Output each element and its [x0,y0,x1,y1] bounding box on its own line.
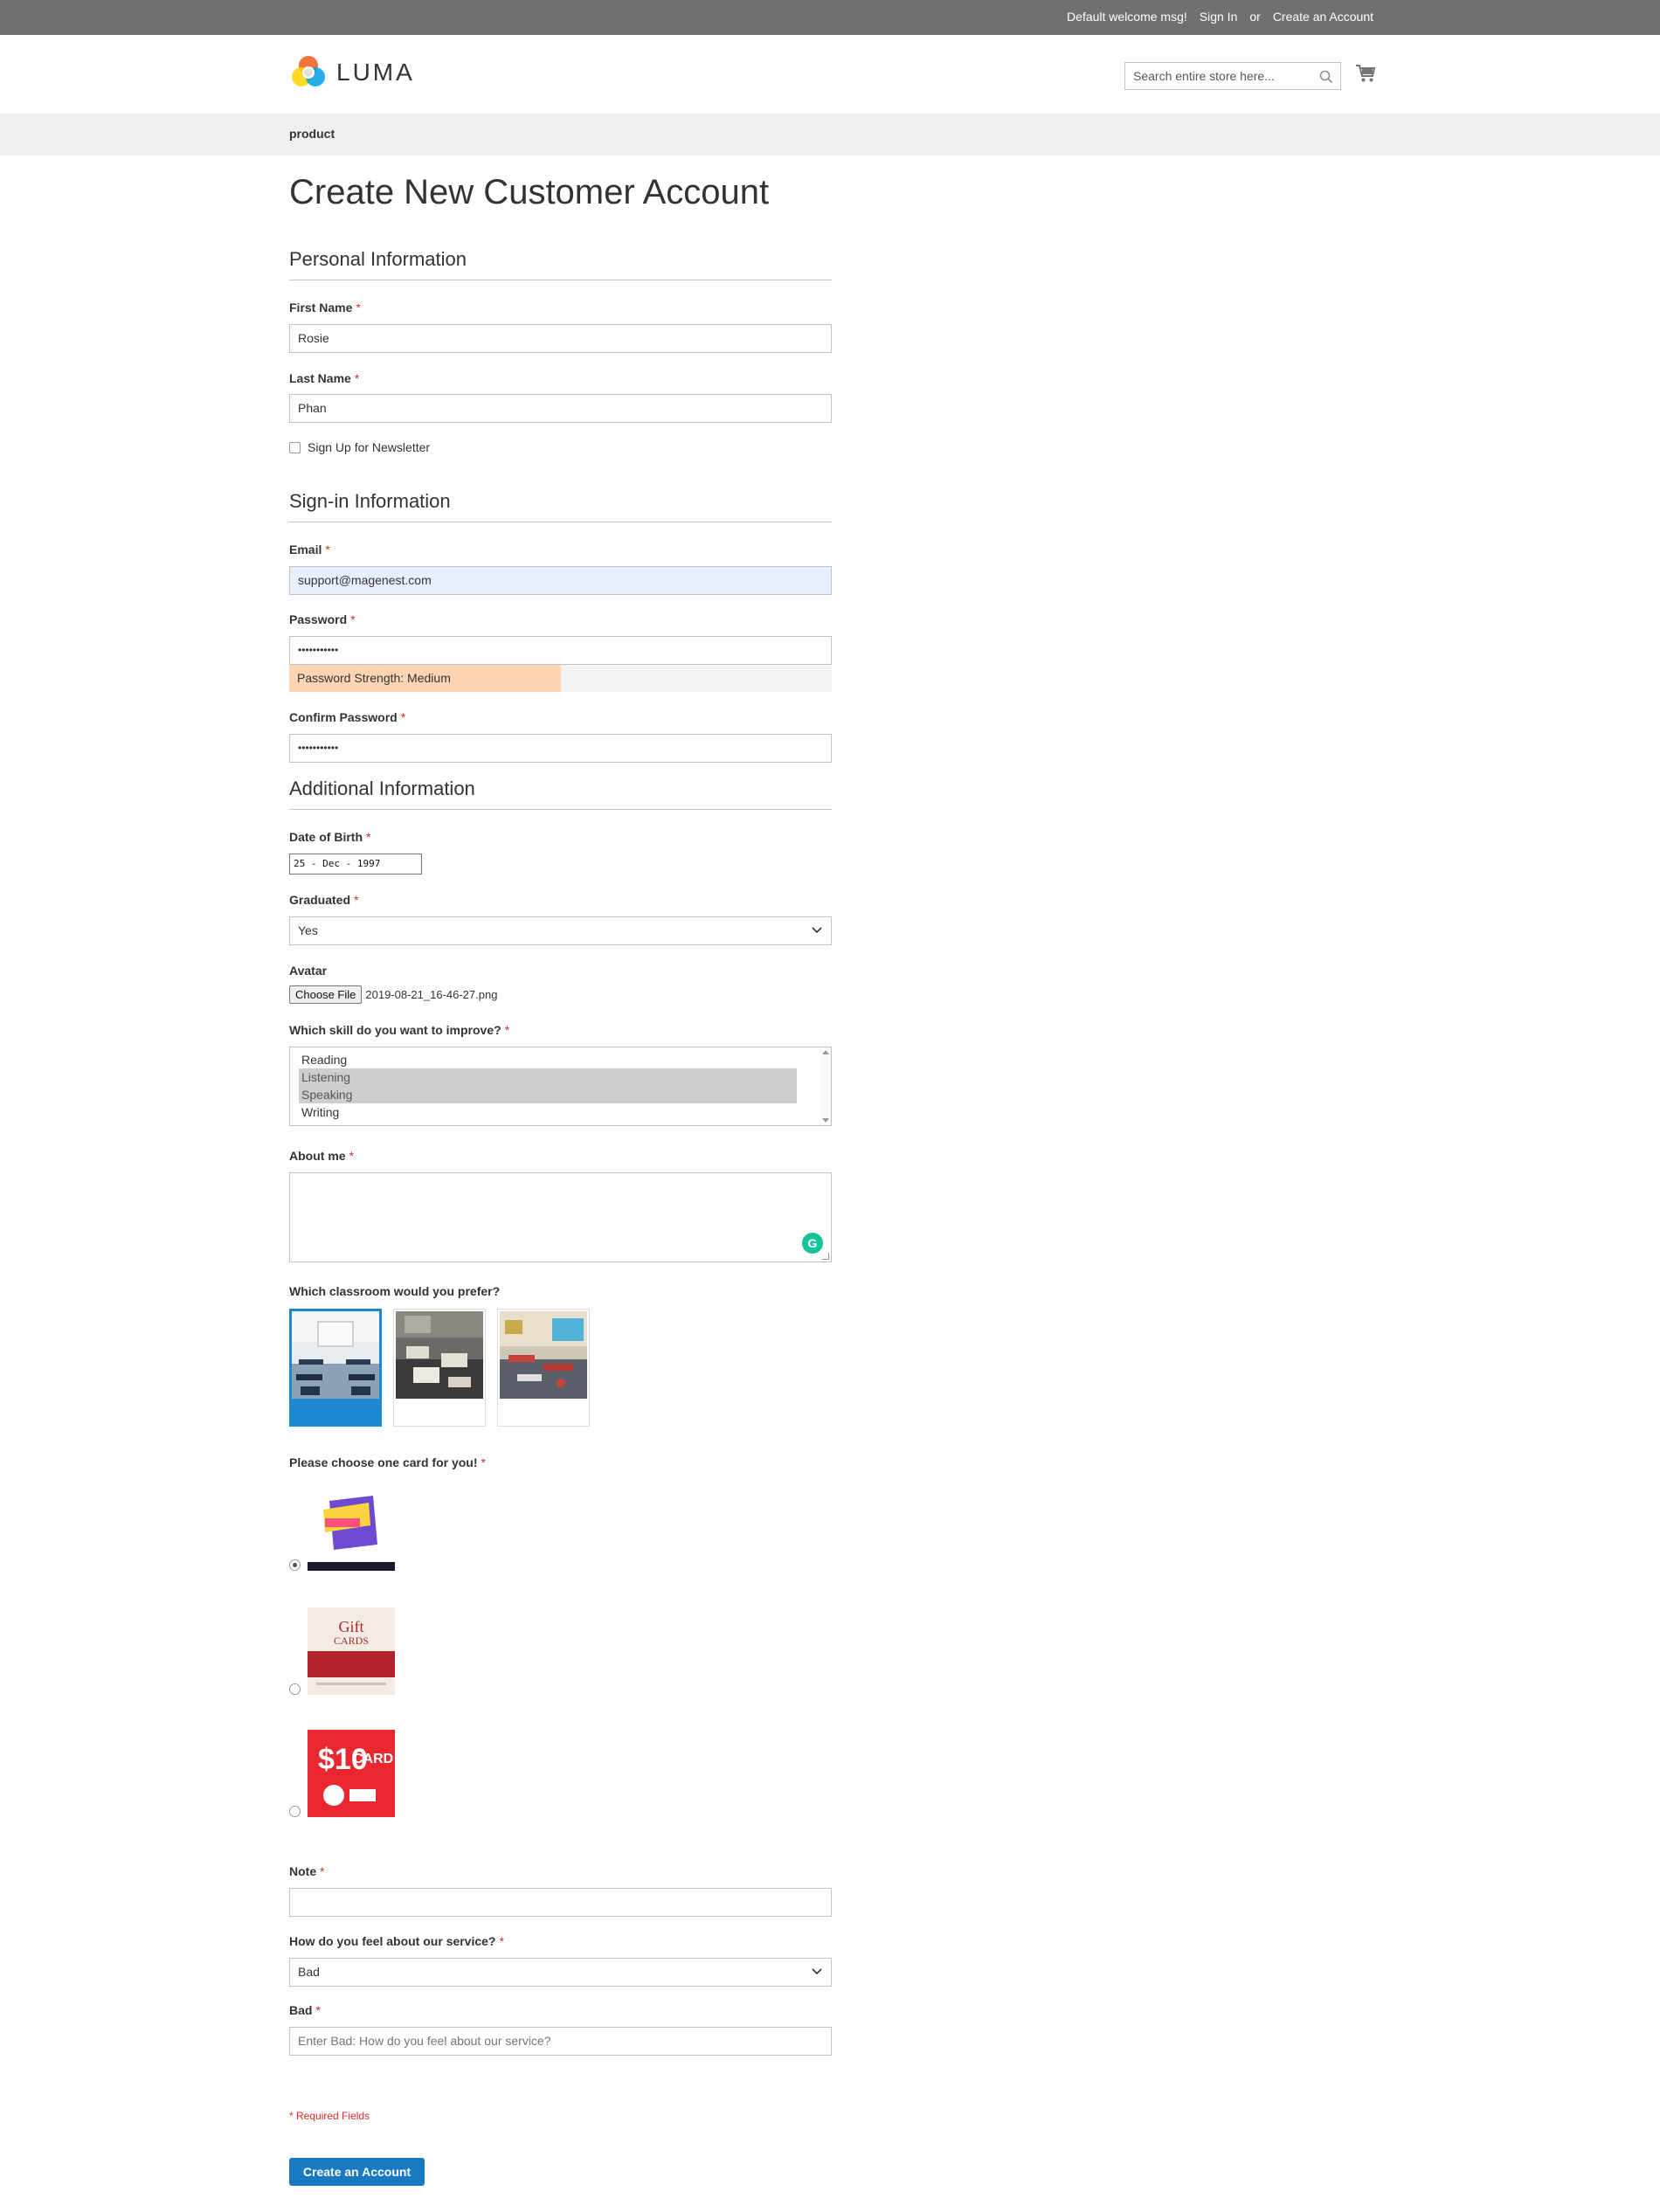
card-1-radio[interactable] [289,1559,301,1571]
header-links: Default welcome msg! Sign In or Create a… [1067,10,1373,24]
classroom-1-image [292,1311,379,1399]
create-account-link[interactable]: Create an Account [1273,10,1373,24]
about-textarea[interactable]: G [289,1172,832,1262]
create-account-button[interactable]: Create an Account [289,2158,425,2186]
service-select[interactable]: Bad [289,1958,832,1987]
graduated-label: Graduated * [289,893,359,907]
skill-option[interactable]: Listening [299,1068,797,1086]
email-field[interactable]: support@magenest.com [289,566,832,595]
classroom-options [289,1309,590,1427]
skill-option[interactable]: Writing [299,1103,797,1121]
card-option-3[interactable]: $10 CARD [289,1730,395,1817]
graduated-select[interactable]: Yes [289,916,832,945]
password-label: Password * [289,612,356,626]
skill-scrollbar[interactable] [820,1047,831,1125]
search-input[interactable] [1125,63,1300,89]
chevron-down-icon [812,1968,822,1975]
page-title: Create New Customer Account [289,173,770,211]
svg-text:CARD: CARD [353,1752,393,1766]
classroom-label: Which classroom would you prefer? [289,1284,501,1298]
confirm-password-label: Confirm Password * [289,710,406,724]
bad-field[interactable]: Enter Bad: How do you feel about our ser… [289,2027,832,2056]
card-label: Please choose one card for you! * [289,1455,486,1469]
last-name-label: Last Name * [289,371,360,385]
dob-label: Date of Birth * [289,830,371,844]
newsletter-checkbox[interactable] [289,441,301,453]
scroll-down-arrow-icon[interactable] [822,1118,829,1123]
note-field[interactable] [289,1888,832,1917]
personal-info-legend: Personal Information [289,248,832,280]
skill-multiselect[interactable]: Reading Listening Speaking Writing [289,1047,832,1126]
service-value: Bad [298,1965,320,1979]
newsletter-label: Sign Up for Newsletter [308,440,431,454]
top-bar: Default welcome msg! Sign In or Create a… [0,0,1660,35]
classroom-option-2[interactable] [393,1309,486,1427]
choose-file-button[interactable]: Choose File [289,985,363,1004]
password-strength-text: Password Strength: Medium [297,671,451,685]
resize-handle-icon[interactable] [822,1253,829,1260]
logo-text: LUMA [336,59,415,86]
card-2-image: Gift CARDS [308,1607,395,1695]
skill-option[interactable]: Reading [299,1051,797,1068]
logo[interactable]: LUMA [289,53,415,92]
about-label: About me * [289,1149,355,1163]
note-label: Note * [289,1864,325,1878]
svg-text:CARDS: CARDS [334,1635,369,1647]
breadcrumb-item[interactable]: product [289,127,335,141]
card-option-2[interactable]: Gift CARDS [289,1607,395,1695]
confirm-password-field[interactable]: ••••••••••• [289,734,832,763]
avatar-label: Avatar [289,964,328,978]
card-option-1[interactable] [289,1483,395,1571]
password-field[interactable]: ••••••••••• [289,636,832,665]
classroom-3-image [500,1311,587,1399]
sign-in-link[interactable]: Sign In [1200,10,1238,24]
skill-label: Which skill do you want to improve? * [289,1023,510,1037]
first-name-field[interactable]: Rosie [289,324,832,353]
classroom-2-image [396,1311,483,1399]
first-name-label: First Name * [289,301,361,315]
signin-info-legend: Sign-in Information [289,490,832,522]
password-strength-meter: Password Strength: Medium [289,665,832,692]
site-header: LUMA [0,35,1660,114]
luma-logo-icon [292,56,325,86]
welcome-message: Default welcome msg! [1067,10,1187,24]
card-3-image: $10 CARD [308,1730,395,1817]
card-3-radio[interactable] [289,1806,301,1817]
graduated-value: Yes [298,923,318,937]
dob-field[interactable]: 25 - Dec - 1997 [289,854,422,874]
required-fields-note: * Required Fields [289,2110,370,2122]
avatar-file-input[interactable]: Choose File 2019-08-21_16-46-27.png [289,985,497,1004]
card-2-radio[interactable] [289,1683,301,1695]
chevron-down-icon [812,927,822,934]
skill-option[interactable]: Speaking [299,1086,797,1103]
service-label: How do you feel about our service? * [289,1934,504,1948]
card-1-image [308,1483,395,1571]
svg-text:Gift: Gift [339,1618,364,1635]
bad-label: Bad * [289,2003,321,2017]
search-box[interactable] [1124,62,1341,90]
breadcrumb: product [0,114,1660,156]
file-name: 2019-08-21_16-46-27.png [365,988,498,1001]
additional-info-legend: Additional Information [289,778,832,810]
last-name-field[interactable]: Phan [289,394,832,423]
newsletter-row[interactable]: Sign Up for Newsletter [289,440,430,454]
scroll-up-arrow-icon[interactable] [822,1050,829,1054]
classroom-option-3[interactable] [497,1309,590,1427]
or-text: or [1249,10,1261,24]
search-icon[interactable] [1319,70,1333,84]
classroom-option-1[interactable] [289,1309,382,1427]
email-label: Email * [289,543,330,556]
grammarly-icon[interactable]: G [802,1233,823,1254]
cart-icon[interactable] [1355,64,1376,83]
